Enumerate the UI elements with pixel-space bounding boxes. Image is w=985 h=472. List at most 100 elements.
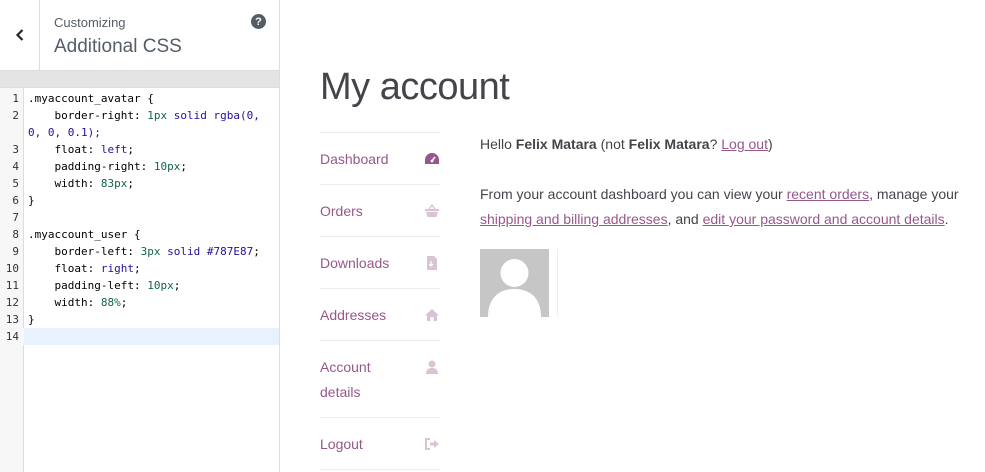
code-line[interactable]: 9 border-left: 3px solid #787E87; (0, 243, 279, 260)
back-button[interactable] (0, 0, 40, 70)
line-number: 1 (12, 92, 19, 105)
user-name-2: Felix Matara (628, 136, 710, 152)
greeting-prefix: Hello (480, 136, 516, 152)
code-token: } (28, 194, 35, 207)
nav-item-label: Account details (320, 359, 371, 400)
code-token: ; (133, 262, 141, 275)
file-icon (424, 255, 440, 271)
code-token: width: (28, 177, 101, 190)
chevron-left-icon (15, 29, 23, 41)
avatar-silhouette-icon (488, 259, 541, 317)
code-text: border-right: 1px solid rgba(0, (28, 107, 260, 124)
code-token: 10px (147, 279, 174, 292)
logout-link[interactable]: Log out (721, 136, 768, 152)
line-number: 2 (12, 109, 19, 122)
code-token: ; (127, 177, 134, 190)
code-token: ; (120, 296, 128, 309)
code-text: .myaccount_user { (28, 226, 141, 243)
dash-text-3: , and (667, 211, 703, 227)
page-title: My account (320, 66, 510, 108)
code-line[interactable]: 2 border-right: 1px solid rgba(0, (0, 107, 279, 124)
css-code-editor[interactable]: 1 .myaccount_avatar {2 border-right: 1px … (0, 88, 279, 472)
code-token: padding-left: (28, 279, 148, 292)
customizer-subtitle: Customizing (54, 15, 126, 30)
avatar-divider (557, 249, 558, 317)
code-token: solid (167, 245, 201, 258)
code-line[interactable]: 8 .myaccount_user { (0, 226, 279, 243)
nav-item-label: Addresses (320, 307, 387, 323)
code-token: ; (180, 160, 187, 173)
line-number: 14 (0, 328, 24, 345)
code-token: width: (28, 296, 101, 309)
code-text: border-left: 3px solid #787E87; (28, 243, 260, 260)
code-line[interactable]: 7 (0, 209, 279, 226)
basket-icon (424, 203, 440, 219)
home-icon (424, 307, 440, 323)
code-line[interactable]: 13} (0, 311, 279, 328)
line-number: 12 (5, 296, 19, 309)
account-details-link[interactable]: edit your password and account details (703, 211, 945, 227)
customizer-sidebar: Customizing Additional CSS ? 1 .myaccount… (0, 0, 280, 472)
code-line[interactable]: 11 padding-left: 10px; (0, 277, 279, 294)
dashboard-icon (424, 151, 440, 167)
line-number: 7 (12, 211, 19, 224)
code-token: ; (127, 143, 134, 156)
user-name: Felix Matara (515, 136, 597, 152)
code-token: float: (28, 262, 101, 275)
nav-item-logout[interactable]: Logout (320, 418, 440, 470)
code-text: float: left; (28, 141, 134, 158)
code-token: right (100, 262, 134, 275)
code-token: border-right: (28, 109, 148, 122)
dashboard-intro: From your account dashboard you can view… (480, 182, 980, 232)
user-icon (424, 359, 440, 375)
code-token: 10px (153, 160, 181, 173)
help-icon[interactable]: ? (251, 14, 266, 29)
line-number: 4 (12, 160, 19, 173)
code-text: float: right; (28, 260, 141, 277)
editor-toolbar-strip (0, 71, 279, 88)
code-text: 0, 0, 0.1); (28, 124, 101, 141)
nav-item-dashboard[interactable]: Dashboard (320, 133, 440, 185)
customizer-title: Additional CSS (54, 36, 182, 57)
account-navigation: Dashboard Orders Downloads Addresses Account… (320, 132, 440, 470)
addresses-link[interactable]: shipping and billing addresses (480, 211, 668, 227)
code-line[interactable]: 10 float: right; (0, 260, 279, 277)
code-token: 0, 0, 0.1); (28, 126, 101, 139)
greeting-q: ? (709, 136, 722, 152)
code-token: padding-right: (28, 160, 154, 173)
customizer-header: Customizing Additional CSS ? (0, 0, 279, 71)
code-line[interactable]: 12 width: 88%; (0, 294, 279, 311)
code-line[interactable]: 0, 0, 0.1); (0, 124, 279, 141)
greeting-mid: (not (596, 136, 629, 152)
code-token: ; (253, 245, 260, 258)
code-token: .myaccount_user { (28, 228, 141, 241)
line-number: 3 (12, 143, 19, 156)
code-text: padding-right: 10px; (28, 158, 187, 175)
code-text: width: 83px; (28, 175, 134, 192)
nav-item-account-details[interactable]: Account details (320, 341, 440, 418)
line-number: 11 (5, 279, 19, 292)
code-line[interactable]: 4 padding-right: 10px; (0, 158, 279, 175)
nav-item-downloads[interactable]: Downloads (320, 237, 440, 289)
code-token: 88% (100, 296, 121, 309)
code-line[interactable]: 6} (0, 192, 279, 209)
recent-orders-link[interactable]: recent orders (787, 186, 869, 202)
greeting: Hello Felix Matara (not Felix Matara? Lo… (480, 136, 773, 152)
code-line[interactable]: 3 float: left; (0, 141, 279, 158)
code-line[interactable]: 1 .myaccount_avatar { (0, 90, 279, 107)
code-text: width: 88%; (28, 294, 127, 311)
nav-item-label: Dashboard (320, 151, 389, 167)
sign-out-icon (424, 436, 440, 452)
nav-item-orders[interactable]: Orders (320, 185, 440, 237)
code-token: } (28, 313, 35, 326)
code-token: solid (173, 109, 207, 122)
line-number: 5 (12, 177, 19, 190)
code-line[interactable]: 14 (0, 328, 279, 345)
code-token: rgba(0, (213, 109, 260, 122)
line-number: 9 (12, 245, 19, 258)
nav-item-addresses[interactable]: Addresses (320, 289, 440, 341)
code-line[interactable]: 5 width: 83px; (0, 175, 279, 192)
greeting-suffix: ) (767, 136, 773, 152)
